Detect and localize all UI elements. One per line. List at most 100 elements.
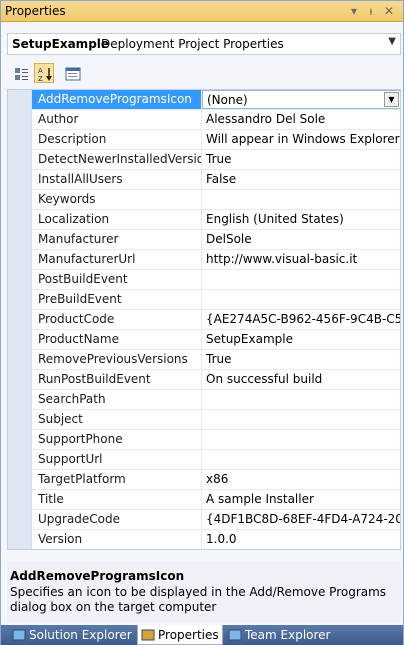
property-row[interactable]: RunPostBuildEvent On successful build xyxy=(32,370,400,390)
property-value[interactable] xyxy=(202,190,400,209)
property-name[interactable]: Description xyxy=(32,130,202,149)
property-row[interactable]: Keywords xyxy=(32,190,400,210)
properties-window: Properties ▾ ᵼ ✕ SetupExample Deployment… xyxy=(0,0,404,645)
categorized-button[interactable] xyxy=(11,63,31,83)
property-row[interactable]: SearchPath xyxy=(32,390,400,410)
property-name[interactable]: Author xyxy=(32,110,202,129)
properties-toolbar: A Z xyxy=(7,61,401,85)
property-value[interactable]: 1.0.0 xyxy=(202,530,400,549)
object-type: Deployment Project Properties xyxy=(101,37,284,51)
tab-label: Team Explorer xyxy=(245,628,331,642)
property-value[interactable]: On successful build xyxy=(202,370,400,389)
property-value[interactable]: Alessandro Del Sole xyxy=(202,110,400,129)
object-name: SetupExample xyxy=(12,37,110,51)
property-name[interactable]: TargetPlatform xyxy=(32,470,202,489)
svg-text:Z: Z xyxy=(38,75,43,82)
property-row[interactable]: DetectNewerInstalledVersion True xyxy=(32,150,400,170)
property-row[interactable]: PostBuildEvent xyxy=(32,270,400,290)
window-position-dropdown-icon[interactable]: ▾ xyxy=(347,3,361,19)
property-value[interactable]: True xyxy=(202,150,400,169)
tab-team-explorer[interactable]: Team Explorer xyxy=(225,625,331,645)
property-name[interactable]: SearchPath xyxy=(32,390,202,409)
window-title: Properties xyxy=(5,4,66,18)
property-value[interactable]: (None) xyxy=(202,90,400,109)
property-name[interactable]: AddRemoveProgramsIcon xyxy=(32,90,202,109)
object-selector[interactable]: SetupExample Deployment Project Properti… xyxy=(7,33,401,55)
property-value[interactable]: x86 xyxy=(202,470,400,489)
property-value[interactable]: {AE274A5C-B962-456F-9C4B-C51F9 xyxy=(202,310,400,329)
property-name[interactable]: Subject xyxy=(32,410,202,429)
property-value[interactable]: SetupExample xyxy=(202,330,400,349)
property-name[interactable]: InstallAllUsers xyxy=(32,170,202,189)
property-name[interactable]: Localization xyxy=(32,210,202,229)
property-row[interactable]: SupportPhone xyxy=(32,430,400,450)
property-pages-icon xyxy=(65,67,81,81)
property-name[interactable]: Manufacturer xyxy=(32,230,202,249)
property-name[interactable]: Version xyxy=(32,530,202,549)
property-value[interactable] xyxy=(202,450,400,469)
property-value[interactable]: DelSole xyxy=(202,230,400,249)
property-name[interactable]: SupportPhone xyxy=(32,430,202,449)
solution-explorer-icon xyxy=(12,629,26,641)
property-name[interactable]: RunPostBuildEvent xyxy=(32,370,202,389)
property-value[interactable] xyxy=(202,390,400,409)
property-name[interactable]: PreBuildEvent xyxy=(32,290,202,309)
property-pages-button[interactable] xyxy=(62,63,82,83)
property-name[interactable]: ProductCode xyxy=(32,310,202,329)
svg-text:A: A xyxy=(38,67,43,75)
property-name[interactable]: Title xyxy=(32,490,202,509)
alphabetical-icon: A Z xyxy=(38,67,52,82)
property-grid-gutter xyxy=(8,90,32,549)
property-value[interactable] xyxy=(202,290,400,309)
property-name[interactable]: RemovePreviousVersions xyxy=(32,350,202,369)
property-name[interactable]: PostBuildEvent xyxy=(32,270,202,289)
description-title: AddRemoveProgramsIcon xyxy=(10,569,185,583)
chevron-down-icon[interactable]: ▼ xyxy=(388,36,396,47)
property-value[interactable]: A sample Installer xyxy=(202,490,400,509)
property-row[interactable]: ManufacturerUrl http://www.visual-basic.i… xyxy=(32,250,400,270)
property-value[interactable] xyxy=(202,430,400,449)
property-row[interactable]: RemovePreviousVersions True xyxy=(32,350,400,370)
property-row[interactable]: SupportUrl xyxy=(32,450,400,470)
property-row[interactable]: ProductCode{AE274A5C-B962-456F-9C4B-C51F… xyxy=(32,310,400,330)
property-row[interactable]: Subject xyxy=(32,410,400,430)
property-name[interactable]: UpgradeCode xyxy=(32,510,202,529)
property-row[interactable]: ProductName SetupExample xyxy=(32,330,400,350)
title-bar: Properties ▾ ᵼ ✕ xyxy=(1,1,403,22)
property-value[interactable]: http://www.visual-basic.it xyxy=(202,250,400,269)
property-value[interactable]: English (United States) xyxy=(202,210,400,229)
property-row[interactable]: Title A sample Installer xyxy=(32,490,400,510)
pin-icon[interactable]: ᵼ xyxy=(364,3,378,19)
property-grid: AddRemoveProgramsIcon (None) ▼ Author Alessa… xyxy=(7,89,401,550)
close-icon[interactable]: ✕ xyxy=(382,3,396,19)
tab-label: Solution Explorer xyxy=(29,628,132,642)
property-value[interactable] xyxy=(202,270,400,289)
property-name[interactable]: Keywords xyxy=(32,190,202,209)
property-name[interactable]: SupportUrl xyxy=(32,450,202,469)
team-explorer-icon xyxy=(228,629,242,641)
tab-label: Properties xyxy=(158,628,219,642)
property-row[interactable]: TargetPlatform x86 xyxy=(32,470,400,490)
alphabetical-button[interactable]: A Z xyxy=(34,63,54,83)
property-name[interactable]: DetectNewerInstalledVersion xyxy=(32,150,202,169)
tab-properties[interactable]: Properties xyxy=(137,625,223,645)
bottom-tab-strip: Solution Explorer Properties Team Explorer xyxy=(1,625,403,645)
property-value[interactable]: Will appear in Windows Explorer xyxy=(202,130,400,149)
property-value[interactable]: False xyxy=(202,170,400,189)
property-row[interactable]: UpgradeCode{4DF1BC8D-68EF-4FD4-A724-20F7… xyxy=(32,510,400,530)
property-row[interactable]: Manufacturer DelSole xyxy=(32,230,400,250)
property-value[interactable] xyxy=(202,410,400,429)
property-row[interactable]: Version 1.0.0 xyxy=(32,530,400,549)
property-row[interactable]: PreBuildEvent xyxy=(32,290,400,310)
property-row[interactable]: AddRemoveProgramsIcon (None) ▼ xyxy=(32,90,400,110)
property-row[interactable]: Localization English (United States) xyxy=(32,210,400,230)
property-row[interactable]: InstallAllUsers False xyxy=(32,170,400,190)
tab-solution-explorer[interactable]: Solution Explorer xyxy=(9,625,135,645)
property-value[interactable]: True xyxy=(202,350,400,369)
property-row[interactable]: Author Alessandro Del Sole xyxy=(32,110,400,130)
property-name[interactable]: ManufacturerUrl xyxy=(32,250,202,269)
property-row[interactable]: Description Will appear in Windows Explor… xyxy=(32,130,400,150)
value-dropdown-button[interactable]: ▼ xyxy=(384,92,399,107)
property-name[interactable]: ProductName xyxy=(32,330,202,349)
property-value[interactable]: {4DF1BC8D-68EF-4FD4-A724-20F72 xyxy=(202,510,400,529)
